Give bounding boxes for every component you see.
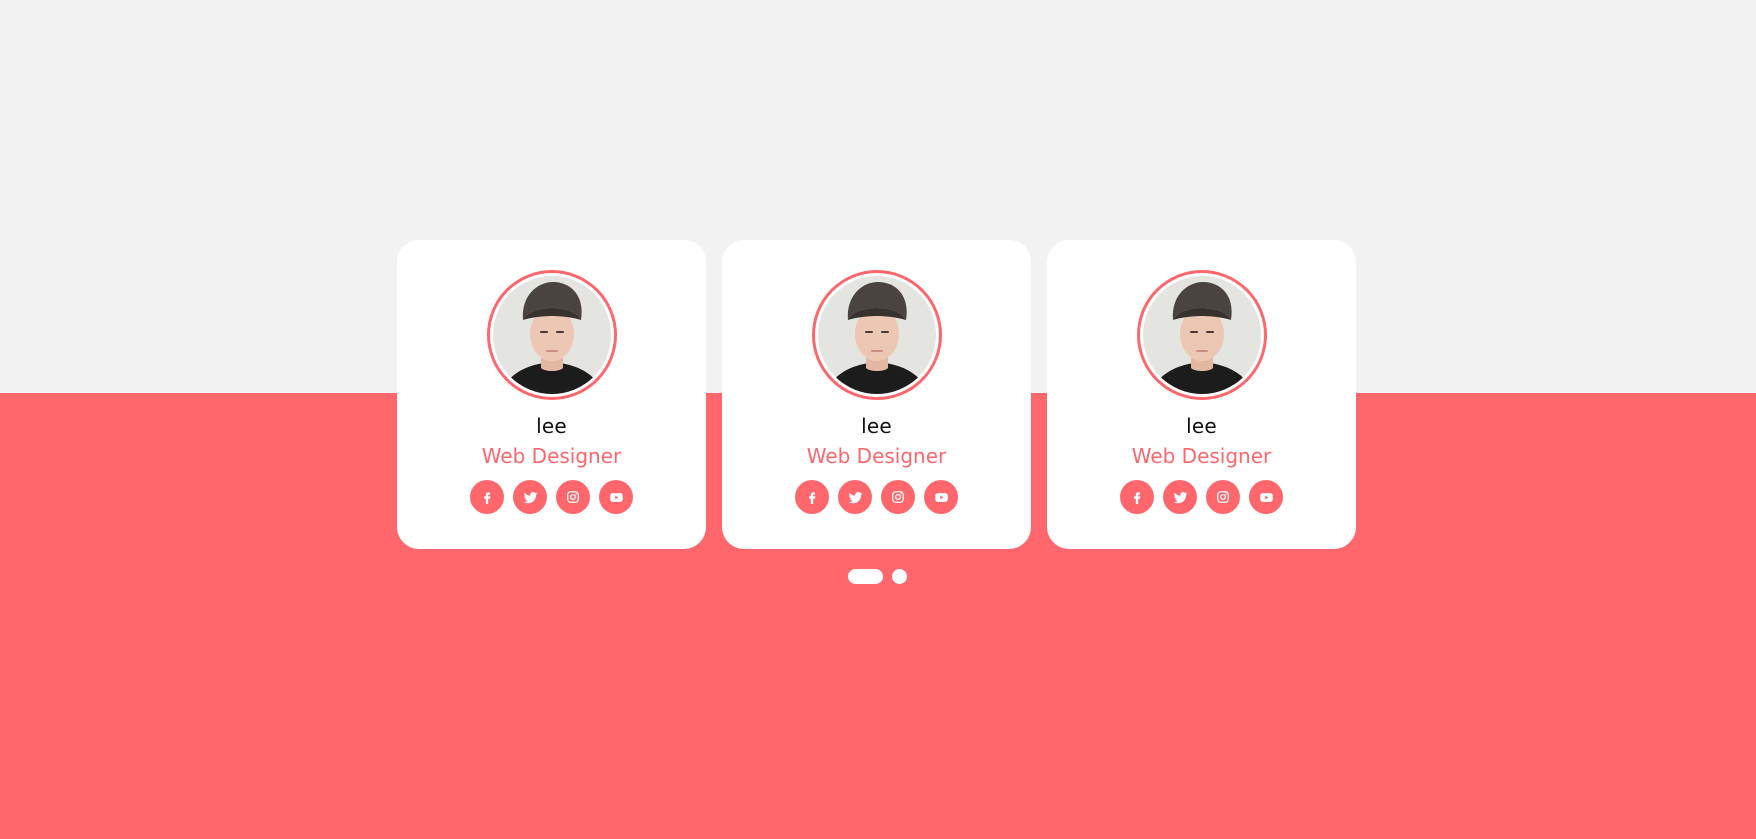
facebook-icon[interactable] <box>1120 480 1154 514</box>
youtube-icon[interactable] <box>924 480 958 514</box>
twitter-icon[interactable] <box>513 480 547 514</box>
avatar <box>493 276 611 394</box>
profile-role: Web Designer <box>481 444 622 468</box>
profile-card: lee Web Designer <box>397 240 706 549</box>
avatar-ring <box>1136 270 1267 400</box>
pagination-dot-2[interactable] <box>892 569 907 584</box>
social-links <box>1120 480 1283 514</box>
facebook-icon[interactable] <box>470 480 504 514</box>
avatar <box>818 276 936 394</box>
instagram-icon[interactable] <box>556 480 590 514</box>
profile-card: lee Web Designer <box>722 240 1031 549</box>
instagram-icon[interactable] <box>1206 480 1240 514</box>
twitter-icon[interactable] <box>1163 480 1197 514</box>
pagination-dot-1[interactable] <box>848 569 883 584</box>
youtube-icon[interactable] <box>599 480 633 514</box>
profile-name: lee <box>861 414 892 438</box>
instagram-icon[interactable] <box>881 480 915 514</box>
facebook-icon[interactable] <box>795 480 829 514</box>
twitter-icon[interactable] <box>838 480 872 514</box>
profile-name: lee <box>1186 414 1217 438</box>
profile-name: lee <box>536 414 567 438</box>
avatar-ring <box>811 270 942 400</box>
avatar-ring <box>486 270 617 400</box>
team-cards: lee Web Designer lee Web Designer lee We… <box>397 240 1356 549</box>
youtube-icon[interactable] <box>1249 480 1283 514</box>
social-links <box>795 480 958 514</box>
avatar <box>1143 276 1261 394</box>
social-links <box>470 480 633 514</box>
carousel-pagination <box>848 569 907 584</box>
profile-role: Web Designer <box>1131 444 1272 468</box>
profile-card: lee Web Designer <box>1047 240 1356 549</box>
profile-role: Web Designer <box>806 444 947 468</box>
